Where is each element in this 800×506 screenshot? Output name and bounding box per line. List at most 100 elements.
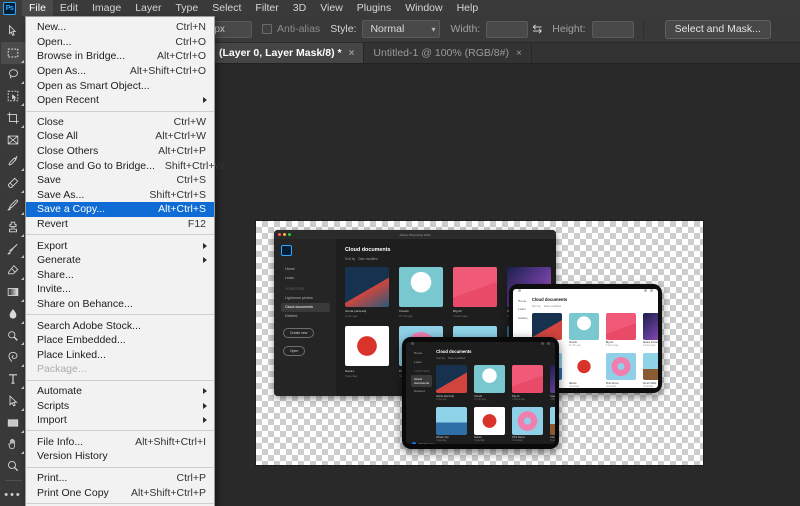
- swap-width-height-icon[interactable]: ⇆: [532, 22, 542, 36]
- mockup-sort-row[interactable]: Sort by Date modified: [532, 304, 658, 308]
- mockup-document-card[interactable]: Pink Donut Yesterday: [606, 353, 636, 388]
- mockup-document-card[interactable]: Gloria (derived) 2 min ago: [345, 267, 389, 318]
- mockup-nav-home[interactable]: Home: [281, 264, 330, 273]
- menu-item-place-linked[interactable]: Place Linked...: [26, 347, 214, 362]
- menu-plugins[interactable]: Plugins: [350, 0, 398, 16]
- mockup-nav-cloud-documents[interactable]: Cloud documents: [411, 375, 432, 387]
- mockup-nav-home[interactable]: Home: [518, 297, 528, 305]
- document-tab-layer0[interactable]: (Layer 0, Layer Mask/8) * ×: [210, 43, 364, 63]
- menu-item-print-one-copy[interactable]: Print One CopyAlt+Shift+Ctrl+P: [26, 485, 214, 500]
- mockup-document-card[interactable]: Clouds 27 min ago: [569, 313, 599, 348]
- artboard[interactable]: Adobe Photoshop 2021 Home Learn YOUR FIL…: [256, 221, 703, 465]
- menu-layer[interactable]: Layer: [128, 0, 168, 16]
- mockup-sort-row[interactable]: Sort by Date modified: [436, 356, 555, 360]
- menu-view[interactable]: View: [313, 0, 350, 16]
- mockup-document-card[interactable]: Gloria (derived) 2 min ago: [436, 365, 467, 401]
- frame-tool[interactable]: [1, 129, 26, 151]
- brush-tool[interactable]: [1, 194, 26, 216]
- history-brush-tool[interactable]: [1, 238, 26, 260]
- menu-item-browse-in-bridge[interactable]: Browse in Bridge...Alt+Ctrl+O: [26, 49, 214, 64]
- style-select[interactable]: Normal ▾: [362, 20, 440, 38]
- menu-item-save[interactable]: SaveCtrl+S: [26, 173, 214, 188]
- mockup-nav-lightroom-photos[interactable]: Lightroom photos: [281, 293, 330, 302]
- menu-filter[interactable]: Filter: [248, 0, 285, 16]
- mockup-nav-deleted[interactable]: Deleted: [411, 387, 432, 395]
- file-menu-dropdown[interactable]: New...Ctrl+N Open...Ctrl+O Browse in Bri…: [25, 16, 215, 506]
- eraser-tool[interactable]: [1, 259, 26, 281]
- pen-tool[interactable]: [1, 346, 26, 368]
- select-and-mask-button[interactable]: Select and Mask...: [665, 20, 771, 39]
- menu-3d[interactable]: 3D: [286, 0, 313, 16]
- document-tab-untitled-1[interactable]: Untitled-1 @ 100% (RGB/8#) ×: [364, 43, 531, 63]
- blur-tool[interactable]: [1, 303, 26, 325]
- menu-item-export[interactable]: Export: [26, 238, 214, 253]
- object-selection-tool[interactable]: [1, 85, 26, 107]
- anti-alias-checkbox[interactable]: [262, 24, 272, 34]
- more-tools-button[interactable]: •••: [1, 484, 26, 506]
- mockup-document-card[interactable]: Clouds 27 min ago: [474, 365, 505, 401]
- rectangular-marquee-tool[interactable]: [1, 42, 26, 64]
- menu-item-share-on-behance[interactable]: Share on Behance...: [26, 297, 214, 312]
- path-selection-tool[interactable]: [1, 390, 26, 412]
- menu-item-close-others[interactable]: Close OthersAlt+Ctrl+P: [26, 144, 214, 159]
- menu-window[interactable]: Window: [398, 0, 449, 16]
- mockup-nav-learn[interactable]: Learn: [518, 305, 528, 313]
- width-input[interactable]: [486, 21, 528, 38]
- menu-item-version-history[interactable]: Version History: [26, 449, 214, 464]
- mockup-nav-deleted[interactable]: Deleted: [281, 312, 330, 321]
- hand-tool[interactable]: [1, 434, 26, 456]
- mockup-document-card[interactable]: Nature Yesterday: [345, 326, 389, 377]
- mockup-nav-learn[interactable]: Learn: [411, 357, 432, 365]
- mockup-document-card[interactable]: Clouds 27 min ago: [399, 267, 443, 318]
- close-icon[interactable]: ×: [516, 48, 522, 59]
- mockup-open-button[interactable]: Open: [283, 346, 305, 357]
- menu-item-import[interactable]: Import: [26, 413, 214, 428]
- menu-item-open-recent[interactable]: Open Recent: [26, 93, 214, 108]
- menu-item-close[interactable]: CloseCtrl+W: [26, 115, 214, 130]
- menu-item-open[interactable]: Open...Ctrl+O: [26, 35, 214, 50]
- menu-item-scripts[interactable]: Scripts: [26, 398, 214, 413]
- menu-item-save-as[interactable]: Save As...Shift+Ctrl+S: [26, 188, 214, 203]
- rectangle-tool[interactable]: [1, 412, 26, 434]
- menu-item-open-as-smart-object[interactable]: Open as Smart Object...: [26, 78, 214, 93]
- mockup-document-card[interactable]: Big Air 2 hours ago: [512, 365, 543, 401]
- menu-file[interactable]: File: [22, 0, 53, 16]
- menu-item-print[interactable]: Print...Ctrl+P: [26, 471, 214, 486]
- menu-item-open-as[interactable]: Open As...Alt+Shift+Ctrl+O: [26, 64, 214, 79]
- menu-item-save-a-copy[interactable]: Save a Copy...Alt+Ctrl+S: [26, 202, 214, 217]
- lasso-tool[interactable]: [1, 64, 26, 86]
- type-tool[interactable]: [1, 368, 26, 390]
- menu-item-file-info[interactable]: File Info...Alt+Shift+Ctrl+I: [26, 434, 214, 449]
- menu-item-close-and-go-to-bridge[interactable]: Close and Go to Bridge...Shift+Ctrl+W: [26, 158, 214, 173]
- mockup-document-card[interactable]: Big Air 2 hours ago: [453, 267, 497, 318]
- height-input[interactable]: [592, 21, 634, 38]
- mockup-document-card[interactable]: Nature Yesterday: [474, 407, 505, 443]
- menu-item-share[interactable]: Share...: [26, 268, 214, 283]
- mockup-create-new-button[interactable]: Create new: [283, 328, 314, 339]
- menu-image[interactable]: Image: [85, 0, 128, 16]
- menu-item-revert[interactable]: RevertF12: [26, 217, 214, 232]
- menu-item-automate[interactable]: Automate: [26, 384, 214, 399]
- mockup-nav-gallery[interactable]: Gallery: [518, 314, 528, 322]
- move-tool[interactable]: [1, 20, 26, 42]
- mockup-document-card[interactable]: Whale City Yesterday: [436, 407, 467, 443]
- eyedropper-tool[interactable]: [1, 151, 26, 173]
- menu-item-close-all[interactable]: Close AllAlt+Ctrl+W: [26, 129, 214, 144]
- menu-select[interactable]: Select: [205, 0, 248, 16]
- clone-stamp-tool[interactable]: [1, 216, 26, 238]
- menu-help[interactable]: Help: [450, 0, 486, 16]
- mockup-sort-row[interactable]: Sort by Date modified: [345, 257, 556, 261]
- spot-healing-brush-tool[interactable]: [1, 172, 26, 194]
- dodge-tool[interactable]: [1, 325, 26, 347]
- menu-type[interactable]: Type: [168, 0, 205, 16]
- mockup-create-new-button[interactable]: Create new: [412, 442, 555, 444]
- menu-item-invite[interactable]: Invite...: [26, 282, 214, 297]
- menu-item-generate[interactable]: Generate: [26, 253, 214, 268]
- mockup-document-card[interactable]: Space Dream 2 hours ago: [550, 365, 555, 401]
- crop-tool[interactable]: [1, 107, 26, 129]
- mockup-nav-cloud-documents[interactable]: Cloud documents: [281, 303, 330, 312]
- menu-item-new[interactable]: New...Ctrl+N: [26, 20, 214, 35]
- mockup-document-card[interactable]: Pink Donut Yesterday: [512, 407, 543, 443]
- mockup-document-card[interactable]: Space Dream 2 hours ago: [643, 313, 658, 348]
- menu-item-place-embedded[interactable]: Place Embedded...: [26, 333, 214, 348]
